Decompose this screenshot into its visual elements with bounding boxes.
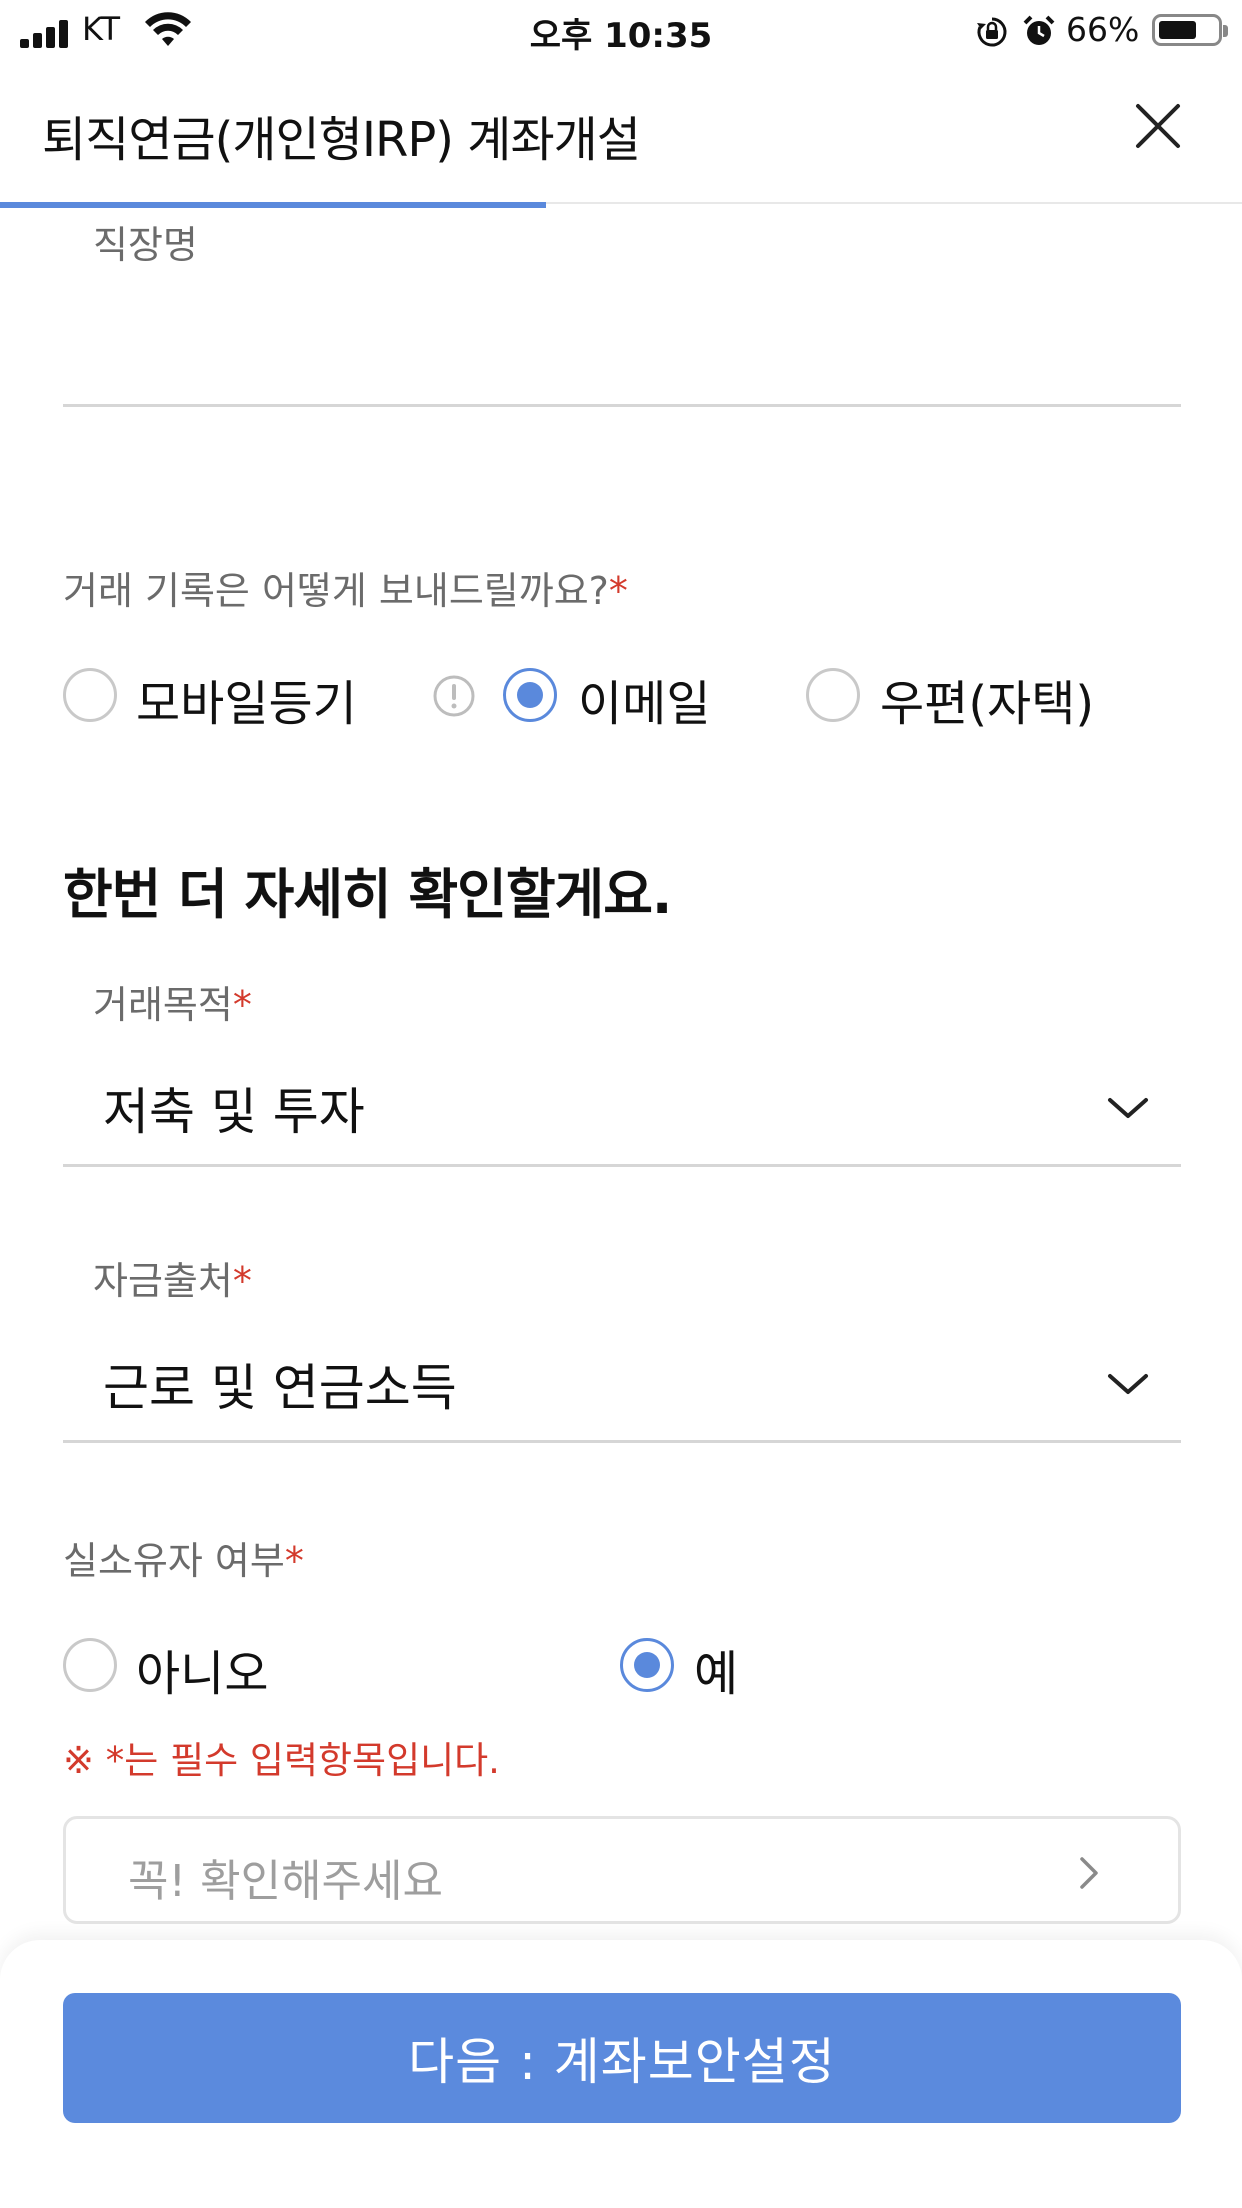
chevron-down-icon <box>1108 1374 1148 1394</box>
alarm-icon <box>1023 15 1055 45</box>
delivery-question: 거래 기록은 어떻게 보내드릴까요?* <box>63 569 628 613</box>
chevron-down-icon <box>1108 1098 1148 1118</box>
rotation-lock-icon <box>977 17 1007 47</box>
close-icon[interactable] <box>1128 96 1188 156</box>
progress-fill <box>0 202 547 208</box>
radio-label-email: 이메일 <box>578 676 711 732</box>
transaction-purpose-select[interactable]: 저축 및 투자 <box>63 1050 1181 1160</box>
radio-label-no: 아니오 <box>136 1646 269 1702</box>
radio-label-yes: 예 <box>694 1646 739 1702</box>
radio-yes[interactable] <box>620 1638 674 1692</box>
radio-mobile-registered[interactable] <box>63 668 117 722</box>
fund-source-value: 근로 및 연금소득 <box>103 1359 457 1417</box>
battery-icon <box>1152 14 1228 46</box>
radio-postal-home[interactable] <box>806 668 860 722</box>
radio-no[interactable] <box>63 1638 117 1692</box>
radio-label-mobile-registered: 모바일등기 <box>136 676 357 732</box>
transaction-purpose-underline <box>63 1164 1181 1167</box>
transaction-purpose-value: 저축 및 투자 <box>103 1083 365 1141</box>
status-bar: KT 오후 10:35 66% <box>0 0 1242 62</box>
info-icon[interactable] <box>432 674 476 718</box>
beneficial-owner-question: 실소유자 여부* <box>63 1539 304 1583</box>
radio-email[interactable] <box>503 668 557 722</box>
progress-bar <box>0 202 1242 208</box>
section-heading: 한번 더 자세히 확인할게요. <box>63 863 672 926</box>
page: KT 오후 10:35 66% 퇴직연금(개인형IRP) 계좌개설 직장명 거래… <box>0 0 1242 2208</box>
required-notice: ※ *는 필수 입력항목입니다. <box>63 1739 500 1782</box>
battery-percent: 66% <box>1066 10 1140 49</box>
fund-source-select[interactable]: 근로 및 연금소득 <box>63 1326 1181 1436</box>
page-title: 퇴직연금(개인형IRP) 계좌개설 <box>42 112 641 168</box>
fund-source-label: 자금출처* <box>93 1259 252 1303</box>
chevron-right-icon <box>1080 1857 1098 1889</box>
confirm-notice-text: 꼭! 확인해주세요 <box>128 1856 443 1907</box>
next-button[interactable]: 다음 : 계좌보안설정 <box>63 1993 1181 2123</box>
workplace-label: 직장명 <box>93 223 198 267</box>
confirm-notice-link[interactable]: 꼭! 확인해주세요 <box>63 1816 1181 1924</box>
workplace-input[interactable] <box>63 270 1181 400</box>
app-header: 퇴직연금(개인형IRP) 계좌개설 <box>0 62 1242 204</box>
radio-label-postal-home: 우편(자택) <box>880 676 1095 732</box>
transaction-purpose-label: 거래목적* <box>93 983 252 1027</box>
fund-source-underline <box>63 1440 1181 1443</box>
workplace-underline <box>63 404 1181 407</box>
